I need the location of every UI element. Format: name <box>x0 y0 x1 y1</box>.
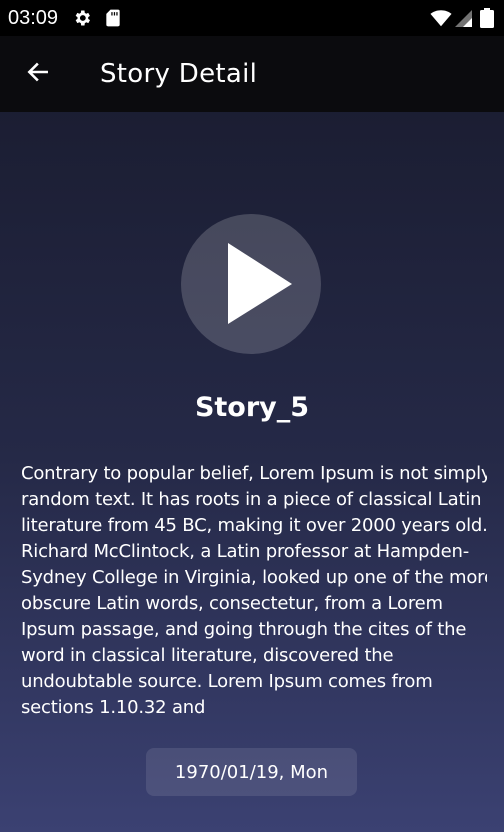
back-button[interactable] <box>14 50 62 98</box>
arrow-left-icon <box>25 59 51 89</box>
play-button[interactable] <box>181 214 321 354</box>
page-title: Story Detail <box>100 59 258 89</box>
play-icon <box>228 243 292 324</box>
status-time: 03:09 <box>8 7 59 29</box>
status-bar: 03:09 <box>0 0 504 36</box>
wifi-icon <box>430 8 452 28</box>
story-date: 1970/01/19, Mon <box>174 761 329 783</box>
story-detail-screen: 03:09 Story Detail Story_5 Contrary to p… <box>0 0 504 832</box>
sd-card-icon <box>103 8 123 28</box>
story-body-scroll[interactable]: Contrary to popular belief, Lorem Ipsum … <box>21 461 487 718</box>
signal-icon <box>455 8 473 28</box>
battery-icon <box>480 8 494 28</box>
app-bar: Story Detail <box>0 36 504 112</box>
gear-icon <box>72 8 92 28</box>
story-body: Contrary to popular belief, Lorem Ipsum … <box>21 463 487 718</box>
date-chip: 1970/01/19, Mon <box>146 748 357 796</box>
story-title: Story_5 <box>194 392 310 423</box>
